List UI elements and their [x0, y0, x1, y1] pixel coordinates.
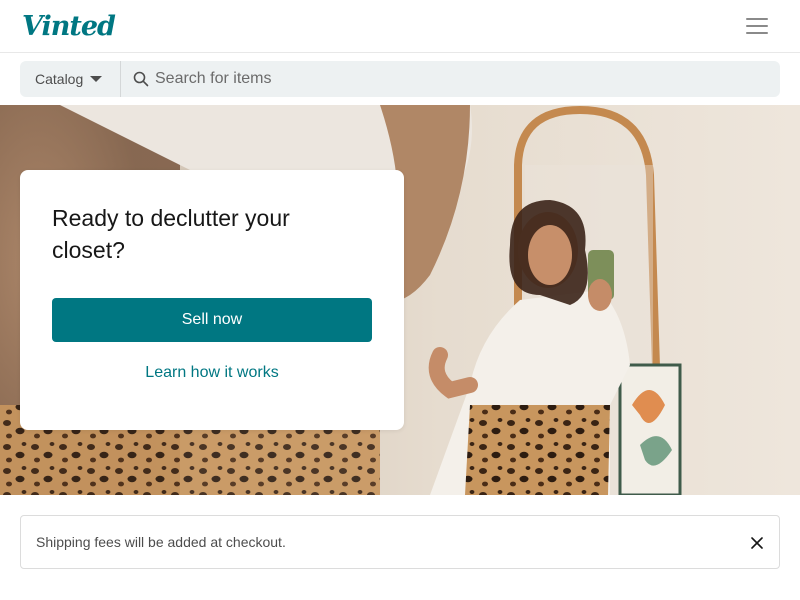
- promo-title: Ready to declutter your closet?: [52, 205, 290, 263]
- search-input[interactable]: [155, 70, 755, 88]
- close-icon[interactable]: [747, 533, 767, 553]
- top-header: Vinted: [0, 0, 800, 53]
- learn-how-link[interactable]: Learn how it works: [52, 364, 372, 382]
- search-field[interactable]: [121, 61, 780, 97]
- search-icon: [133, 71, 149, 87]
- chevron-down-icon: [90, 76, 103, 82]
- hamburger-menu-icon[interactable]: [744, 14, 772, 38]
- catalog-label: Catalog: [35, 71, 84, 87]
- shipping-notice: Shipping fees will be added at checkout.: [20, 515, 780, 569]
- catalog-dropdown[interactable]: Catalog: [20, 61, 121, 97]
- vinted-logo[interactable]: Vinted: [22, 6, 116, 46]
- notice-text: Shipping fees will be added at checkout.: [36, 534, 286, 550]
- sell-promo-card: Ready to declutter your closet? Sell now…: [20, 170, 404, 430]
- search-bar: Catalog: [20, 61, 780, 97]
- sell-now-button[interactable]: Sell now: [52, 298, 372, 342]
- logo-text: Vinted: [22, 10, 116, 42]
